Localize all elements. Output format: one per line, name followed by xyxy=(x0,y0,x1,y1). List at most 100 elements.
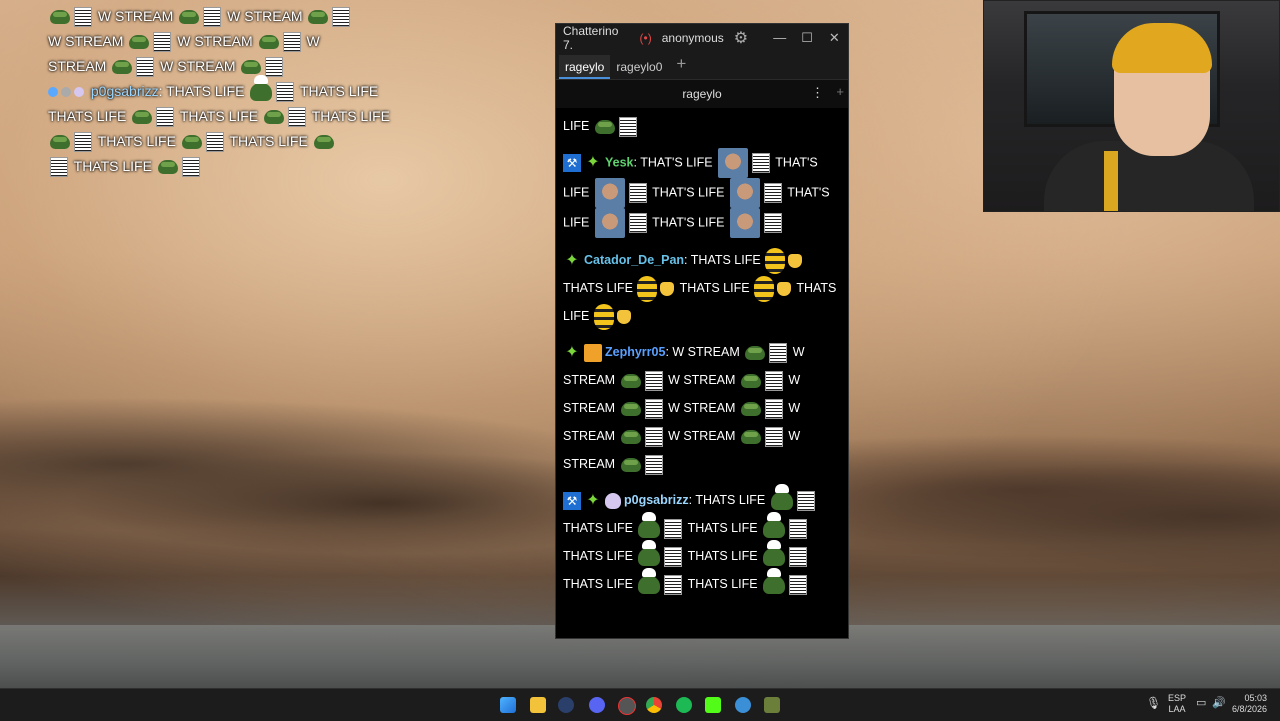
paper-emote-icon xyxy=(628,213,647,233)
pepe-emote-icon xyxy=(620,373,641,388)
paper-emote-icon xyxy=(265,57,284,78)
start-icon[interactable] xyxy=(500,697,516,713)
pepe-emote-icon xyxy=(50,135,70,150)
paper-emote-icon xyxy=(664,574,683,595)
pepe-emote-icon xyxy=(594,119,615,134)
bee-emote-icon xyxy=(765,247,786,274)
account-switcher[interactable]: anonymous xyxy=(662,31,724,45)
pepe-emote-icon xyxy=(129,35,150,50)
add-tab-button[interactable]: + xyxy=(668,53,694,79)
chat-message: ✦ Catador_De_Pan: THATS LIFE THATS LIFE T… xyxy=(563,246,841,330)
star-badge-icon: ✦ xyxy=(565,251,579,269)
chef-pepe-emote-icon xyxy=(638,539,661,566)
settings-gear-icon[interactable]: ⚙ xyxy=(734,28,748,48)
chatterino-taskbar-icon[interactable] xyxy=(735,697,751,713)
network-icon[interactable]: ▭ xyxy=(1196,698,1206,709)
pepe-emote-icon xyxy=(258,35,279,50)
volume-icon[interactable]: 🔊 xyxy=(1212,698,1226,709)
overlay-text: THATS LIFE xyxy=(97,133,176,149)
overlay-text: THATS LIFE xyxy=(73,158,152,174)
paper-emote-icon xyxy=(644,426,663,447)
channel-name: rageylo xyxy=(682,87,722,101)
paper-emote-icon xyxy=(763,183,782,203)
paper-emote-icon xyxy=(796,490,815,511)
paper-emote-icon xyxy=(74,7,92,28)
app-taskbar-icon[interactable] xyxy=(764,697,780,713)
chat-username[interactable]: p0gsabrizz xyxy=(624,493,689,507)
wave-hand-emote-icon xyxy=(777,281,792,296)
kick-icon[interactable] xyxy=(705,697,721,713)
split-menu-icon[interactable]: ⋮ xyxy=(811,85,824,101)
discord-icon[interactable] xyxy=(589,697,605,713)
star-badge-icon: ✦ xyxy=(586,491,600,509)
paper-emote-icon xyxy=(618,116,637,137)
chat-message: ⚒ ✦ Yesk: THAT'S LIFE THAT'S LIFE THAT'S L… xyxy=(563,148,841,238)
chef-pepe-emote-icon xyxy=(763,511,786,538)
clock[interactable]: 05:03 6/8/2026 xyxy=(1232,693,1267,715)
chat-username[interactable]: Zephyrr05 xyxy=(605,345,665,359)
tab-rageylo[interactable]: rageylo xyxy=(559,55,611,79)
overlay-text: W STREAM xyxy=(227,8,303,24)
pepe-emote-icon xyxy=(620,401,641,416)
pepe-emote-icon xyxy=(308,10,329,25)
pepe-emote-icon xyxy=(181,135,202,150)
webcam-feed xyxy=(983,0,1280,212)
pepe-emote-icon xyxy=(112,60,133,75)
steam-icon[interactable] xyxy=(558,697,574,713)
add-split-icon[interactable]: + xyxy=(836,84,844,99)
overlay-text: THATS LIFE xyxy=(166,83,245,99)
paper-emote-icon xyxy=(628,183,647,203)
chat-messages[interactable]: LIFE ⚒ ✦ Yesk: THAT'S LIFE THAT'S LIFE THA… xyxy=(556,108,848,638)
chat-username[interactable]: Yesk xyxy=(605,155,634,169)
obs-icon[interactable] xyxy=(618,697,636,715)
language-indicator[interactable]: ESP LAA xyxy=(1168,693,1186,715)
chat-message: LIFE xyxy=(563,112,841,140)
paper-emote-icon xyxy=(789,546,808,567)
paper-emote-icon xyxy=(156,107,175,128)
overlay-text: THATS LIFE xyxy=(299,83,379,99)
chef-pepe-emote-icon xyxy=(770,483,793,510)
tab-rageylo0[interactable]: rageylo0 xyxy=(610,55,668,79)
split-header[interactable]: rageylo ⋮ + xyxy=(556,79,848,108)
overlay-text: W xyxy=(306,33,320,49)
face-emote-icon xyxy=(729,208,760,238)
chat-username[interactable]: Catador_De_Pan xyxy=(584,253,684,267)
chef-pepe-emote-icon xyxy=(763,539,786,566)
pin-badge-icon xyxy=(48,87,58,98)
star-badge-icon: ✦ xyxy=(565,343,579,361)
wave-hand-emote-icon xyxy=(660,281,675,296)
moderator-badge-icon: ⚒ xyxy=(563,491,581,510)
streamer-mode-icon[interactable]: (•) xyxy=(640,31,652,45)
paper-emote-icon xyxy=(332,7,351,28)
overlay-text: THATS LIFE xyxy=(229,133,308,149)
circle-badge-icon xyxy=(61,87,71,98)
minimize-button[interactable]: — xyxy=(766,30,793,45)
close-button[interactable]: ✕ xyxy=(821,30,848,46)
paper-emote-icon xyxy=(763,213,782,233)
bunny-badge-icon xyxy=(605,492,621,509)
chef-pepe-emote-icon xyxy=(638,511,661,538)
paper-emote-icon xyxy=(282,32,301,53)
file-explorer-icon[interactable] xyxy=(530,697,546,713)
paper-emote-icon xyxy=(644,454,663,475)
chrome-icon[interactable] xyxy=(646,697,662,713)
overlay-text: THATS LIFE xyxy=(48,108,127,124)
paper-emote-icon xyxy=(764,426,783,447)
microphone-icon[interactable]: 🎙 xyxy=(1146,697,1161,709)
chat-message: ✦ Zephyrr05: W STREAM W STREAM W STREAM W… xyxy=(563,338,841,478)
paper-emote-icon xyxy=(136,57,155,78)
spotify-icon[interactable] xyxy=(676,697,692,713)
pepe-emote-icon xyxy=(157,160,178,175)
maximize-button[interactable]: ☐ xyxy=(793,30,820,46)
paper-emote-icon xyxy=(752,153,771,173)
bee-emote-icon xyxy=(637,275,658,302)
pepe-emote-icon xyxy=(620,429,641,444)
paper-emote-icon xyxy=(769,342,788,363)
paper-emote-icon xyxy=(203,7,222,28)
pepe-emote-icon xyxy=(132,110,153,125)
paper-emote-icon xyxy=(276,82,295,103)
window-titlebar[interactable]: Chatterino 7. (•) anonymous ⚙ — ☐ ✕ xyxy=(556,24,848,52)
pepe-emote-icon xyxy=(241,60,262,75)
overlay-text: THATS LIFE xyxy=(311,108,390,124)
pepe-emote-icon xyxy=(740,401,761,416)
